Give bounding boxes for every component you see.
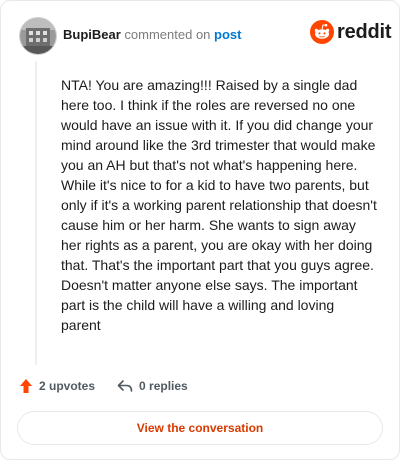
action-text: commented on <box>124 27 211 42</box>
avatar-image <box>20 18 56 54</box>
upvote-count: 2 upvotes <box>39 379 96 393</box>
thread-line <box>35 61 37 365</box>
view-conversation-button[interactable]: View the conversation <box>17 411 383 445</box>
reply-button[interactable]: 0 replies <box>117 379 188 393</box>
comment-embed-card: BupiBear commented on post reddit NTA! Y… <box>0 0 400 460</box>
upvote-arrow-icon <box>20 379 32 393</box>
comment-body: NTA! You are amazing!!! Raised by a sing… <box>61 77 377 333</box>
avatar[interactable] <box>19 17 57 55</box>
reddit-snoo-icon <box>310 20 334 44</box>
username-link[interactable]: BupiBear <box>63 27 121 42</box>
reply-arrow-icon <box>117 380 133 392</box>
post-link[interactable]: post <box>214 27 241 42</box>
reply-count: 0 replies <box>139 379 188 393</box>
upvote-button[interactable]: 2 upvotes <box>19 378 95 394</box>
reddit-logo[interactable]: reddit <box>310 20 392 44</box>
comment-header: BupiBear commented on post <box>63 27 242 42</box>
comment-footer: 2 upvotes 0 replies <box>19 378 188 394</box>
reddit-wordmark: reddit <box>337 20 392 43</box>
